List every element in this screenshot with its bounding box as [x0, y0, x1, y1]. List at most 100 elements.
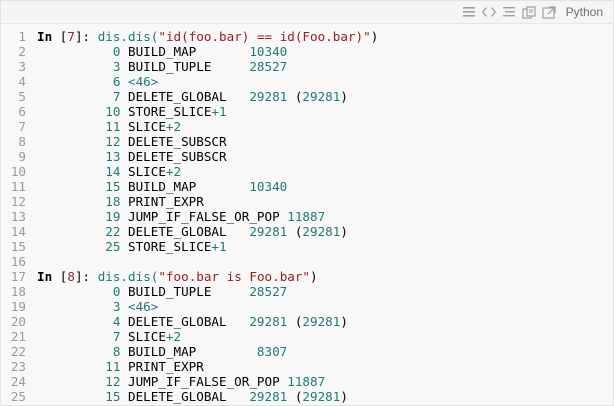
code-token: (	[287, 314, 303, 329]
code-token: SLICE	[120, 164, 166, 179]
code-line: 16	[1, 254, 613, 269]
line-number: 8	[18, 134, 26, 149]
code-token: 12	[105, 374, 121, 389]
line-number: 23	[10, 359, 26, 374]
code-token: 10	[105, 104, 121, 119]
code-text: 15 DELETE_GLOBAL 29281 (29281)	[37, 389, 348, 404]
code-token: 25	[105, 239, 121, 254]
code-line: 12 18 PRINT_EXPR	[1, 194, 613, 209]
code-line: 9 13 DELETE_SUBSCR	[1, 149, 613, 164]
code-text: 0 BUILD_TUPLE 28527	[37, 284, 287, 299]
line-number: 2	[18, 44, 26, 59]
line-number: 17	[10, 269, 26, 284]
code-line: 20 4 DELETE_GLOBAL 29281 (29281)	[1, 314, 613, 329]
code-token: 10340	[249, 44, 288, 59]
code-token: )	[370, 29, 379, 44]
code-text: 6 <46>	[37, 74, 159, 89]
code-text: 7 SLICE+2	[37, 329, 181, 344]
lines-icon[interactable]	[502, 5, 516, 19]
code-token: <46>	[128, 74, 159, 89]
code-token: 29281	[302, 224, 341, 239]
code-token: DELETE_GLOBAL	[120, 314, 250, 329]
code-token: :	[82, 269, 98, 284]
code-lines: 1 In [7]: dis.dis("id(foo.bar) == id(Foo.…	[1, 24, 613, 405]
code-token: 18	[105, 194, 121, 209]
code-token: )	[340, 224, 348, 239]
line-number: 19	[10, 299, 26, 314]
line-number: 13	[10, 209, 26, 224]
code-text: 7 DELETE_GLOBAL 29281 (29281)	[37, 89, 348, 104]
line-number: 12	[10, 194, 26, 209]
code-token: 15	[105, 389, 121, 404]
code-line: 13 19 JUMP_IF_FALSE_OR_POP 11887	[1, 209, 613, 224]
toolbar-icons: Python	[462, 4, 607, 20]
menu-icon[interactable]	[462, 5, 476, 19]
code-token: 29281	[302, 314, 341, 329]
code-token: dis.dis(	[97, 29, 159, 44]
code-token: JUMP_IF_FALSE_OR_POP	[120, 374, 288, 389]
copy-icon[interactable]	[522, 5, 536, 19]
code-token: BUILD_TUPLE	[120, 284, 250, 299]
code-token: )	[340, 314, 348, 329]
code-token: SLICE	[120, 119, 166, 134]
code-token: <46>	[128, 299, 159, 314]
line-number: 6	[18, 104, 26, 119]
line-number: 20	[10, 314, 26, 329]
code-token: )	[340, 89, 348, 104]
line-number: 18	[10, 284, 26, 299]
line-number: 14	[10, 224, 26, 239]
line-number: 24	[10, 374, 26, 389]
code-text: 3 BUILD_TUPLE 28527	[37, 59, 287, 74]
code-token: 12	[105, 134, 121, 149]
code-token: 7	[67, 29, 75, 44]
code-token: 10340	[249, 179, 288, 194]
code-token: (	[287, 89, 303, 104]
line-number: 10	[10, 164, 26, 179]
code-line: 10 14 SLICE+2	[1, 164, 613, 179]
code-token: (	[287, 389, 303, 404]
code-text: 18 PRINT_EXPR	[37, 194, 204, 209]
code-token: +1	[211, 239, 227, 254]
code-token: 8	[67, 269, 75, 284]
code-token: PRINT_EXPR	[120, 359, 204, 374]
code-token: :	[82, 29, 98, 44]
code-token: 29281	[302, 89, 341, 104]
code-text: 12 JUMP_IF_FALSE_OR_POP 11887	[37, 374, 325, 389]
code-text: 22 DELETE_GLOBAL 29281 (29281)	[37, 224, 348, 239]
code-text: 8 BUILD_MAP 8307	[37, 344, 287, 359]
code-token: (	[287, 224, 303, 239]
code-token: 13	[105, 149, 121, 164]
code-token: +2	[165, 329, 182, 344]
code-token: 11	[105, 119, 121, 134]
code-line: 1 In [7]: dis.dis("id(foo.bar) == id(Foo.…	[1, 29, 613, 44]
code-token: ]	[74, 269, 83, 284]
code-line: 15 25 STORE_SLICE+1	[1, 239, 613, 254]
code-token: DELETE_SUBSCR	[120, 134, 227, 149]
code-token: 29281	[249, 314, 288, 329]
code-token: PRINT_EXPR	[120, 194, 204, 209]
code-line: 4 6 <46>	[1, 74, 613, 89]
line-number: 5	[18, 89, 26, 104]
code-token: In	[37, 29, 60, 44]
code-text: 14 SLICE+2	[37, 164, 181, 179]
code-token: 28527	[249, 59, 288, 74]
view-source-icon[interactable]	[481, 5, 496, 19]
popup-icon[interactable]	[542, 5, 556, 19]
code-token: 11887	[287, 209, 326, 224]
code-token: BUILD_TUPLE	[120, 59, 250, 74]
line-number: 9	[18, 149, 26, 164]
code-token: DELETE_GLOBAL	[120, 389, 250, 404]
code-text: 25 STORE_SLICE+1	[37, 239, 227, 254]
code-token: 22	[105, 224, 121, 239]
